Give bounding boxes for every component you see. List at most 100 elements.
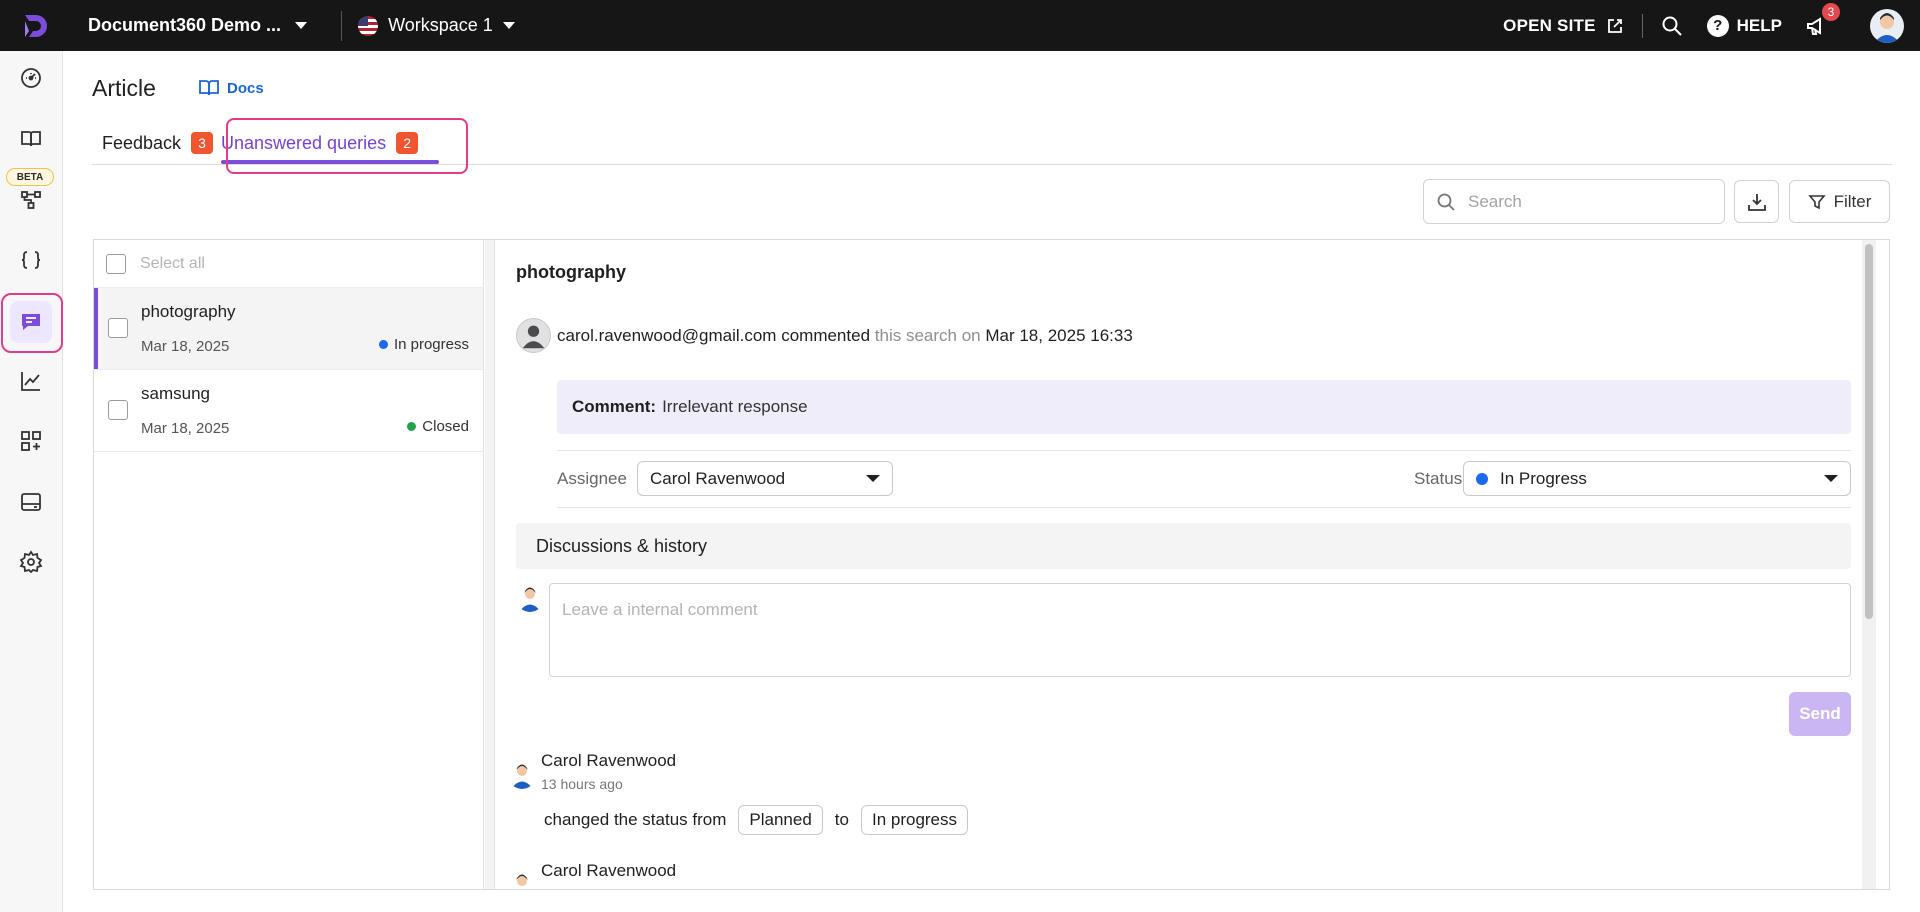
history-avatar bbox=[508, 871, 536, 889]
item-checkbox[interactable] bbox=[108, 318, 128, 338]
status-badge: Closed bbox=[407, 418, 469, 435]
comment-text: Irrelevant response bbox=[662, 397, 808, 416]
search-icon[interactable] bbox=[1661, 15, 1683, 37]
search-icon bbox=[1437, 193, 1455, 211]
comment-datetime: Mar 18, 2025 16:33 bbox=[985, 326, 1133, 345]
status-dot bbox=[378, 340, 388, 349]
analytics-icon[interactable] bbox=[10, 360, 52, 402]
top-actions: OPEN SITE ? HELP 3 bbox=[1503, 0, 1920, 51]
chevron-down-icon bbox=[295, 22, 308, 29]
search-field[interactable] bbox=[1423, 179, 1725, 224]
assignee-select[interactable]: Carol Ravenwood bbox=[637, 461, 893, 496]
top-bar: Document360 Demo ... Workspace 1 OPEN SI… bbox=[0, 0, 1920, 51]
notification-badge: 3 bbox=[1822, 2, 1840, 21]
filter-button[interactable]: Filter bbox=[1789, 180, 1890, 223]
status-dot bbox=[407, 422, 417, 431]
external-link-icon bbox=[1607, 18, 1622, 33]
current-user-avatar bbox=[516, 584, 544, 612]
detail-scrollbar[interactable] bbox=[1862, 240, 1876, 889]
history-time: 13 hours ago bbox=[541, 776, 623, 792]
api-braces-icon[interactable] bbox=[10, 239, 52, 281]
project-switcher[interactable]: Document360 Demo ... bbox=[88, 15, 308, 36]
comment-meta: carol.ravenwood@gmail.com commented this… bbox=[557, 326, 1133, 346]
tab-label: Feedback bbox=[102, 132, 182, 153]
scrollbar-thumb[interactable] bbox=[1865, 244, 1873, 619]
list-item[interactable]: photography Mar 18, 2025 In progress bbox=[94, 288, 483, 370]
list-item[interactable]: samsung Mar 18, 2025 Closed bbox=[94, 370, 483, 452]
status-change: changed the status from Planned to In pr… bbox=[544, 805, 969, 835]
query-list: Select all photography Mar 18, 2025 In p… bbox=[94, 240, 484, 889]
extensions-icon[interactable] bbox=[10, 420, 52, 462]
status-select[interactable]: In Progress bbox=[1463, 461, 1851, 496]
comment-context: this search on bbox=[874, 326, 981, 345]
workspace-name: Workspace 1 bbox=[388, 15, 493, 35]
us-flag-icon bbox=[358, 15, 379, 36]
workspace-switcher[interactable]: Workspace 1 bbox=[358, 15, 515, 36]
detail-title: photography bbox=[516, 262, 626, 282]
history-avatar bbox=[508, 761, 536, 789]
divider bbox=[341, 10, 343, 41]
item-title: samsung bbox=[141, 384, 210, 403]
to-status-chip: In progress bbox=[860, 805, 969, 835]
book-icon[interactable] bbox=[10, 118, 52, 160]
to-word: to bbox=[834, 810, 849, 829]
download-button[interactable] bbox=[1734, 180, 1779, 223]
feedback-icon[interactable] bbox=[10, 301, 52, 343]
history-action: changed the status from bbox=[544, 810, 727, 829]
workflow-icon[interactable] bbox=[10, 179, 52, 221]
select-all-label: Select all bbox=[140, 254, 205, 272]
commenter-email: carol.ravenwood@gmail.com bbox=[557, 326, 777, 345]
announcements-button[interactable]: 3 bbox=[1804, 2, 1840, 39]
item-title: photography bbox=[141, 302, 236, 321]
divider bbox=[1641, 13, 1643, 38]
status-value: In Progress bbox=[1500, 468, 1587, 488]
query-detail: photography carol.ravenwood@gmail.com co… bbox=[496, 240, 1876, 889]
dashboard-icon[interactable] bbox=[10, 57, 52, 99]
help-button[interactable]: ? HELP bbox=[1706, 14, 1782, 37]
project-name: Document360 Demo ... bbox=[88, 15, 282, 35]
user-avatar[interactable] bbox=[1870, 8, 1904, 43]
item-checkbox[interactable] bbox=[108, 400, 128, 420]
active-tab-highlight bbox=[226, 118, 468, 174]
item-date: Mar 18, 2025 bbox=[141, 338, 230, 355]
status-label: Status bbox=[1414, 469, 1463, 488]
assignment-row: Assignee Carol Ravenwood Status In Progr… bbox=[557, 450, 1851, 508]
document360-logo[interactable] bbox=[18, 8, 54, 44]
settings-icon[interactable] bbox=[10, 541, 52, 583]
widget-icon[interactable] bbox=[10, 481, 52, 523]
chevron-down-icon bbox=[502, 22, 515, 29]
help-label: HELP bbox=[1736, 15, 1782, 35]
open-book-icon bbox=[199, 80, 219, 96]
select-all-checkbox[interactable] bbox=[106, 253, 126, 274]
question-icon: ? bbox=[1706, 14, 1729, 37]
discussions-header: Discussions & history bbox=[516, 523, 1851, 569]
chevron-down-icon bbox=[866, 475, 880, 482]
chevron-down-icon bbox=[1824, 475, 1838, 482]
send-button[interactable]: Send bbox=[1789, 692, 1851, 736]
docs-link-label: Docs bbox=[227, 79, 264, 97]
status-dot bbox=[1476, 472, 1488, 485]
main-content: Article Docs Feedback 3 Unanswered queri… bbox=[63, 51, 1920, 912]
item-date: Mar 18, 2025 bbox=[141, 420, 230, 437]
assignee-label: Assignee bbox=[557, 469, 627, 488]
search-input[interactable] bbox=[1468, 191, 1708, 212]
open-site-label: OPEN SITE bbox=[1503, 15, 1596, 35]
commented-word: commented bbox=[781, 326, 871, 345]
status-text: Closed bbox=[422, 418, 469, 435]
history-author: Carol Ravenwood bbox=[541, 861, 677, 880]
filter-icon bbox=[1807, 194, 1826, 209]
download-icon bbox=[1747, 193, 1766, 211]
queries-panel: Select all photography Mar 18, 2025 In p… bbox=[93, 239, 1890, 890]
assignee-value: Carol Ravenwood bbox=[650, 468, 786, 488]
comment-label: Comment: bbox=[572, 397, 657, 416]
from-status-chip: Planned bbox=[738, 805, 823, 835]
status-text: In progress bbox=[393, 336, 469, 353]
docs-link[interactable]: Docs bbox=[199, 79, 264, 97]
internal-comment-input[interactable] bbox=[549, 583, 1851, 677]
panel-resize-handle[interactable] bbox=[485, 240, 495, 889]
history-author: Carol Ravenwood bbox=[541, 751, 677, 770]
tab-feedback[interactable]: Feedback 3 bbox=[102, 121, 214, 165]
tab-count-badge: 3 bbox=[191, 132, 214, 154]
filter-label: Filter bbox=[1833, 191, 1872, 211]
open-site-link[interactable]: OPEN SITE bbox=[1503, 16, 1624, 36]
